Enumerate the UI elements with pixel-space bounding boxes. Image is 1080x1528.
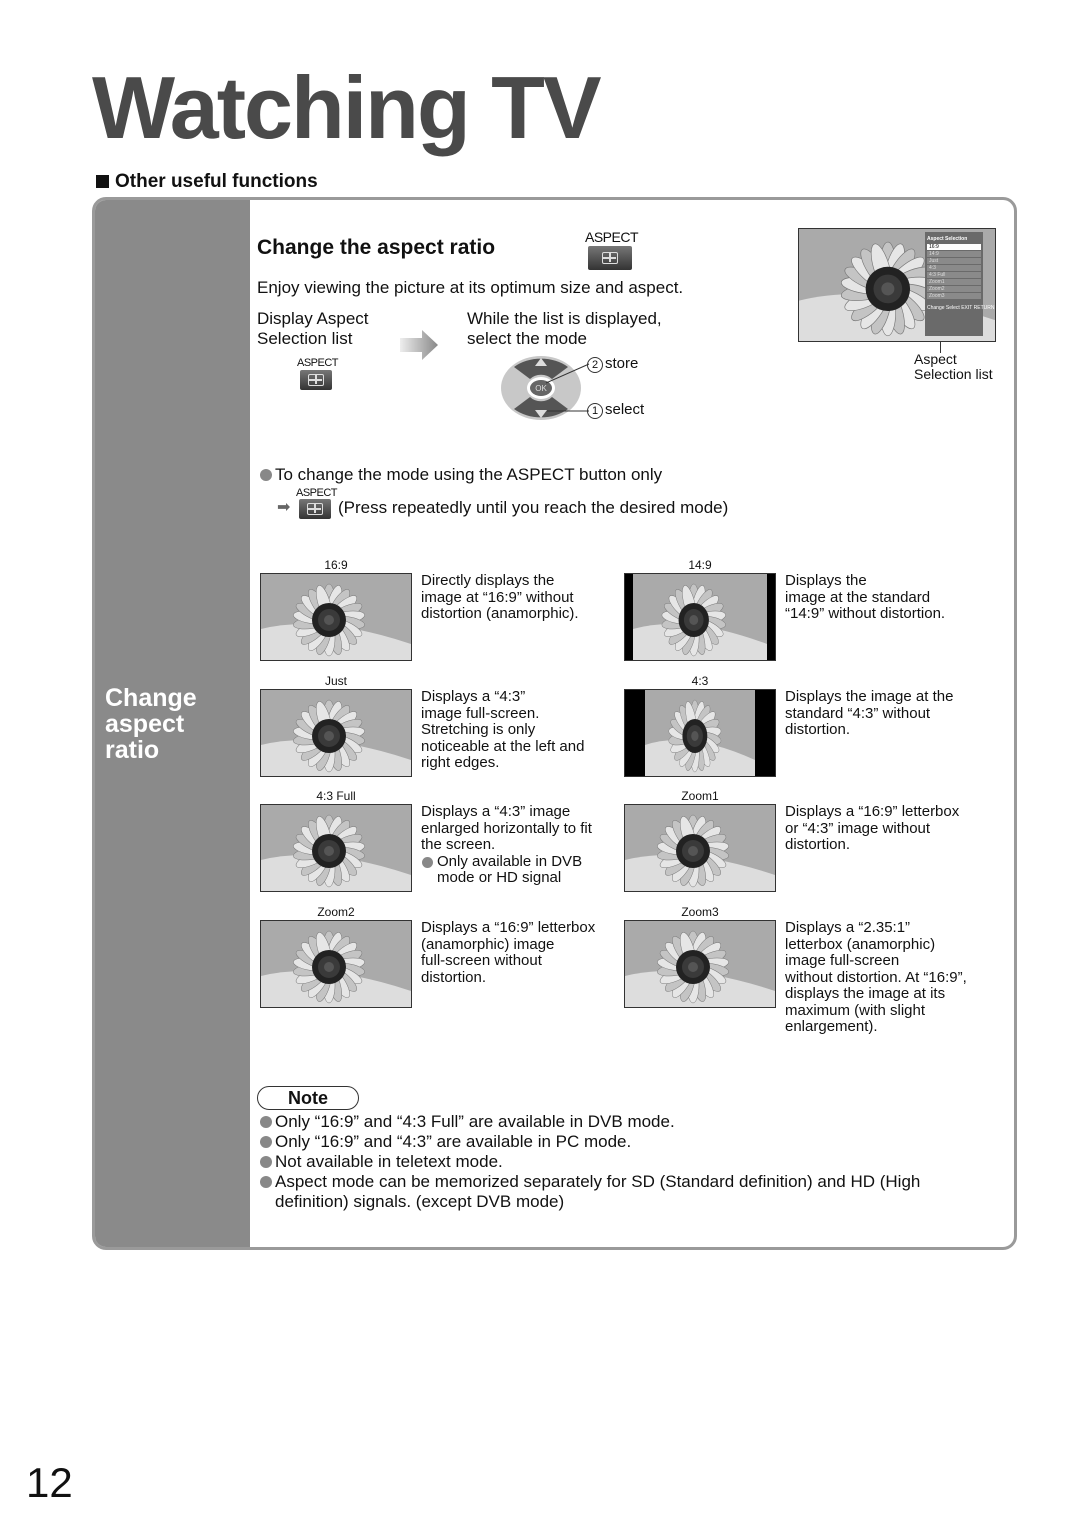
bullet-icon xyxy=(260,469,272,481)
mode-name: Zoom1 xyxy=(681,789,719,803)
sunflower-image xyxy=(645,690,755,776)
arrow-right-icon xyxy=(400,330,438,360)
mode-name: 14:9 xyxy=(688,558,712,572)
select-label: 1 select xyxy=(587,401,644,419)
press-text: (Press repeatedly until you reach the de… xyxy=(338,498,729,517)
mode-thumbnail xyxy=(624,689,776,777)
mode-description: Displays the image at the standard “4:3” … xyxy=(785,688,954,738)
mode-description: Displays a “16:9” letterbox (anamorphic) … xyxy=(421,919,596,986)
menu-caption: Aspect Selection list xyxy=(914,351,993,382)
sunflower-image xyxy=(625,921,775,1007)
mode-thumbnail xyxy=(260,920,412,1008)
menu-item: Just xyxy=(927,258,981,264)
note-item: Only “16:9” and “4:3” are available in P… xyxy=(260,1132,631,1152)
page-number: 12 xyxy=(26,1459,73,1506)
bullet-icon xyxy=(260,1156,272,1168)
mode-thumbnail xyxy=(260,804,412,892)
mode-name: Zoom3 xyxy=(681,905,719,919)
store-label: 2 store xyxy=(587,355,638,373)
mode-name: Zoom2 xyxy=(317,905,355,919)
aspect-selection-screenshot: Aspect Selection 16:9 14:9 Just 4:3 4:3 Full… xyxy=(798,228,996,342)
mode-description: Displays a “16:9” letterbox or “4:3” imag… xyxy=(785,803,960,853)
intro-text: Enjoy viewing the picture at its optimum… xyxy=(257,278,684,297)
aspect-button xyxy=(299,499,331,519)
aspect-only-text: To change the mode using the ASPECT butt… xyxy=(260,465,662,485)
ok-label: OK xyxy=(535,384,547,393)
aspect-button xyxy=(300,370,332,390)
sunflower-image xyxy=(261,574,411,660)
menu-item: 4:3 Full xyxy=(927,272,981,278)
mode-thumbnail xyxy=(624,804,776,892)
sunflower-image xyxy=(261,921,411,1007)
sunflower-image xyxy=(261,690,411,776)
menu-title: Aspect Selection xyxy=(927,236,968,242)
sidebar: Change aspect ratio xyxy=(95,200,250,1247)
aspect-button xyxy=(588,246,632,270)
subheading: Change the aspect ratio xyxy=(257,236,496,259)
sunflower-image xyxy=(261,805,411,891)
aspect-icon xyxy=(307,503,323,515)
section-heading: Other useful functions xyxy=(96,171,318,193)
aspect-button-label: ASPECT xyxy=(296,487,338,499)
note-label: Note xyxy=(257,1086,359,1110)
manual-page: Watching TV Other useful functions Chang… xyxy=(0,0,1080,1528)
mode-thumbnail xyxy=(624,573,776,661)
menu-item: 16:9 xyxy=(927,244,981,250)
mode-name: Just xyxy=(324,674,347,688)
menu-item: Zoom3 xyxy=(927,293,981,299)
mode-description: Directly displays the image at “16:9” wit… xyxy=(421,572,579,622)
mode-description: Displays a “4:3” image full-screen. Stretc… xyxy=(421,688,585,771)
note-item: definition) signals. (except DVB mode) xyxy=(275,1192,565,1211)
step1-line1: Display Aspect xyxy=(257,309,369,328)
page-title: Watching TV xyxy=(92,58,602,157)
aspect-icon xyxy=(602,252,618,264)
note-item: Not available in teletext mode. xyxy=(260,1152,503,1172)
square-bullet-icon xyxy=(96,175,109,188)
remote-dpad-icon: OK xyxy=(501,356,590,420)
mode-thumbnail xyxy=(624,920,776,1008)
bullet-icon xyxy=(260,1176,272,1188)
aspect-selection-menu: Aspect Selection 16:9 14:9 Just 4:3 4:3 Full… xyxy=(925,232,995,336)
menu-item: Zoom2 xyxy=(927,286,981,292)
mode-description: Displays the image at the standard “14:9” … xyxy=(785,572,946,622)
step1-line2: Selection list xyxy=(257,329,353,348)
aspect-icon xyxy=(308,374,324,386)
menu-item: Zoom1 xyxy=(927,279,981,285)
menu-item: 14:9 xyxy=(927,251,981,257)
mode-name: 4:3 xyxy=(691,674,709,688)
step2-line2: select the mode xyxy=(467,329,588,348)
sunflower-image xyxy=(625,805,775,891)
sunflower-image xyxy=(633,574,767,660)
arrow-icon: ➡ xyxy=(277,499,291,516)
note-item: Aspect mode can be memorized separately … xyxy=(260,1172,920,1192)
mode-description: Displays a “4:3” image enlarged horizonta… xyxy=(421,803,592,886)
menu-item: 4:3 xyxy=(927,265,981,271)
mode-name: 16:9 xyxy=(324,558,348,572)
menu-footer: Change Select EXIT RETURN xyxy=(927,305,995,311)
aspect-button-label: ASPECT xyxy=(585,229,639,245)
bullet-icon xyxy=(260,1136,272,1148)
sidebar-label: Change aspect ratio xyxy=(105,684,197,764)
mode-thumbnail xyxy=(260,573,412,661)
step2-line1: While the list is displayed, xyxy=(467,309,662,328)
mode-description: Displays a “2.35:1” letterbox (anamorphic… xyxy=(785,919,967,1035)
note-item: Only “16:9” and “4:3 Full” are available… xyxy=(260,1112,675,1132)
mode-thumbnail xyxy=(260,689,412,777)
aspect-button-label: ASPECT xyxy=(297,357,339,369)
bullet-icon xyxy=(422,856,433,868)
section-heading-text: Other useful functions xyxy=(115,171,318,192)
mode-name: 4:3 Full xyxy=(316,789,356,803)
bullet-icon xyxy=(260,1116,272,1128)
